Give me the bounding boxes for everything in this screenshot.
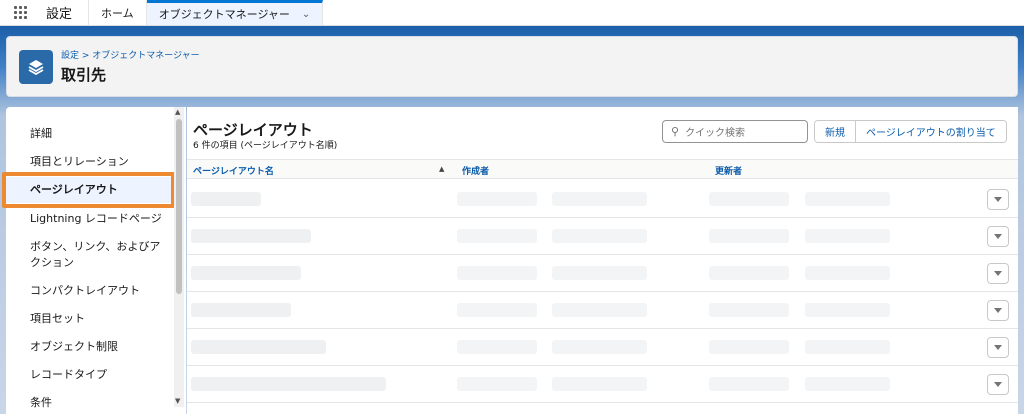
scroll-up-icon[interactable]: ▲ xyxy=(175,108,180,116)
redacted-cell xyxy=(457,192,537,206)
search-placeholder: クイック検索 xyxy=(685,128,746,139)
layers-icon xyxy=(19,49,53,84)
redacted-cell xyxy=(191,340,326,354)
row-actions-button[interactable] xyxy=(987,263,1009,284)
column-header-modified-by[interactable]: 更新者 xyxy=(715,164,742,177)
app-name: 設定 xyxy=(40,0,90,25)
tab-home[interactable]: ホーム xyxy=(89,0,147,25)
row-actions-button[interactable] xyxy=(987,300,1009,321)
chevron-down-icon xyxy=(994,308,1002,313)
quick-search-input[interactable]: ⚲ クイック検索 xyxy=(662,120,808,143)
sort-ascending-icon[interactable]: ▲ xyxy=(439,165,444,173)
table-row xyxy=(187,329,1018,366)
page-title: 取引先 xyxy=(61,66,107,84)
highlight-annotation xyxy=(2,172,175,208)
redacted-cell xyxy=(552,192,647,206)
sidebar-item-details[interactable]: 詳細 xyxy=(6,125,174,142)
list-title: ページレイアウト xyxy=(193,121,313,139)
chevron-down-icon xyxy=(994,271,1002,276)
sidebar-scrollbar[interactable]: ▲ ▼ xyxy=(174,107,184,407)
redacted-cell xyxy=(552,229,647,243)
row-actions-button[interactable] xyxy=(987,337,1009,358)
table-row xyxy=(187,218,1018,255)
redacted-cell xyxy=(709,377,789,391)
sidebar-item-buttons-links-actions-cont[interactable]: クション xyxy=(6,254,174,271)
chevron-down-icon xyxy=(994,382,1002,387)
tab-home-label: ホーム xyxy=(101,6,134,20)
app-launcher-button[interactable] xyxy=(0,0,40,25)
row-actions-button[interactable] xyxy=(987,189,1009,210)
tab-object-manager[interactable]: オブジェクトマネージャー ⌄ xyxy=(146,0,324,25)
table-row xyxy=(187,181,1018,218)
sidebar-item-field-sets[interactable]: 項目セット xyxy=(6,310,174,327)
redacted-cell xyxy=(805,340,890,354)
redacted-cell xyxy=(457,303,537,317)
tab-object-manager-label: オブジェクトマネージャー xyxy=(158,8,290,21)
button-group: 新規 ページレイアウトの割り当て xyxy=(814,120,1007,143)
redacted-cell xyxy=(805,303,890,317)
chevron-down-icon[interactable]: ⌄ xyxy=(302,9,310,20)
redacted-cell xyxy=(191,229,311,243)
search-icon: ⚲ xyxy=(671,125,680,138)
table-row xyxy=(187,255,1018,292)
redacted-cell xyxy=(457,229,537,243)
redacted-cell xyxy=(709,340,789,354)
new-button[interactable]: 新規 xyxy=(815,121,855,142)
row-actions-button[interactable] xyxy=(987,226,1009,247)
list-subtitle: 6 件の項目 (ページレイアウト名順) xyxy=(193,141,338,151)
redacted-cell xyxy=(805,377,890,391)
redacted-cell xyxy=(552,266,647,280)
sidebar-item-buttons-links-actions[interactable]: ボタン、リンク、およびア xyxy=(6,238,174,255)
column-header-layout-name[interactable]: ページレイアウト名 xyxy=(193,164,274,177)
redacted-cell xyxy=(457,340,537,354)
redacted-cell xyxy=(805,192,890,206)
scroll-down-icon[interactable]: ▼ xyxy=(175,397,180,405)
sidebar-item-record-types[interactable]: レコードタイプ xyxy=(6,366,174,383)
redacted-cell xyxy=(191,192,261,206)
redacted-cell xyxy=(552,340,647,354)
chevron-down-icon xyxy=(994,197,1002,202)
redacted-cell xyxy=(709,229,789,243)
sidebar-item-object-limits[interactable]: オブジェクト制限 xyxy=(6,338,174,355)
table-row xyxy=(187,366,1018,403)
assign-layouts-button[interactable]: ページレイアウトの割り当て xyxy=(855,121,1006,142)
main-content: ページレイアウト 6 件の項目 (ページレイアウト名順) ⚲ クイック検索 新規… xyxy=(187,107,1018,414)
redacted-cell xyxy=(191,303,291,317)
sidebar-item-lightning-record-pages[interactable]: Lightning レコードページ xyxy=(6,210,174,227)
global-nav: 設定 ホーム オブジェクトマネージャー ⌄ xyxy=(0,0,1024,26)
redacted-cell xyxy=(457,266,537,280)
redacted-cell xyxy=(709,192,789,206)
redacted-cell xyxy=(191,266,301,280)
table-row xyxy=(187,292,1018,329)
redacted-cell xyxy=(709,266,789,280)
redacted-cell xyxy=(805,266,890,280)
redacted-cell xyxy=(805,229,890,243)
redacted-cell xyxy=(552,377,647,391)
redacted-cell xyxy=(709,303,789,317)
breadcrumb[interactable]: 設定 > オブジェクトマネージャー xyxy=(61,48,200,61)
redacted-cell xyxy=(191,377,386,391)
redacted-cell xyxy=(552,303,647,317)
sidebar-item-fields-relationships[interactable]: 項目とリレーション xyxy=(6,153,174,170)
redacted-cell xyxy=(457,377,537,391)
object-header: 設定 > オブジェクトマネージャー 取引先 xyxy=(6,36,1018,97)
chevron-down-icon xyxy=(994,345,1002,350)
sidebar-item-compact-layouts[interactable]: コンパクトレイアウト xyxy=(6,282,174,299)
scrollbar-thumb[interactable] xyxy=(176,119,182,294)
table-header: ページレイアウト名 ▲ 作成者 更新者 xyxy=(187,159,1018,179)
chevron-down-icon xyxy=(994,234,1002,239)
column-header-created-by[interactable]: 作成者 xyxy=(462,164,489,177)
sidebar: 詳細 項目とリレーション ページレイアウト Lightning レコードページ … xyxy=(6,107,186,414)
sidebar-item-conditions[interactable]: 条件 xyxy=(6,394,174,411)
waffle-icon xyxy=(13,6,27,19)
row-actions-button[interactable] xyxy=(987,374,1009,395)
